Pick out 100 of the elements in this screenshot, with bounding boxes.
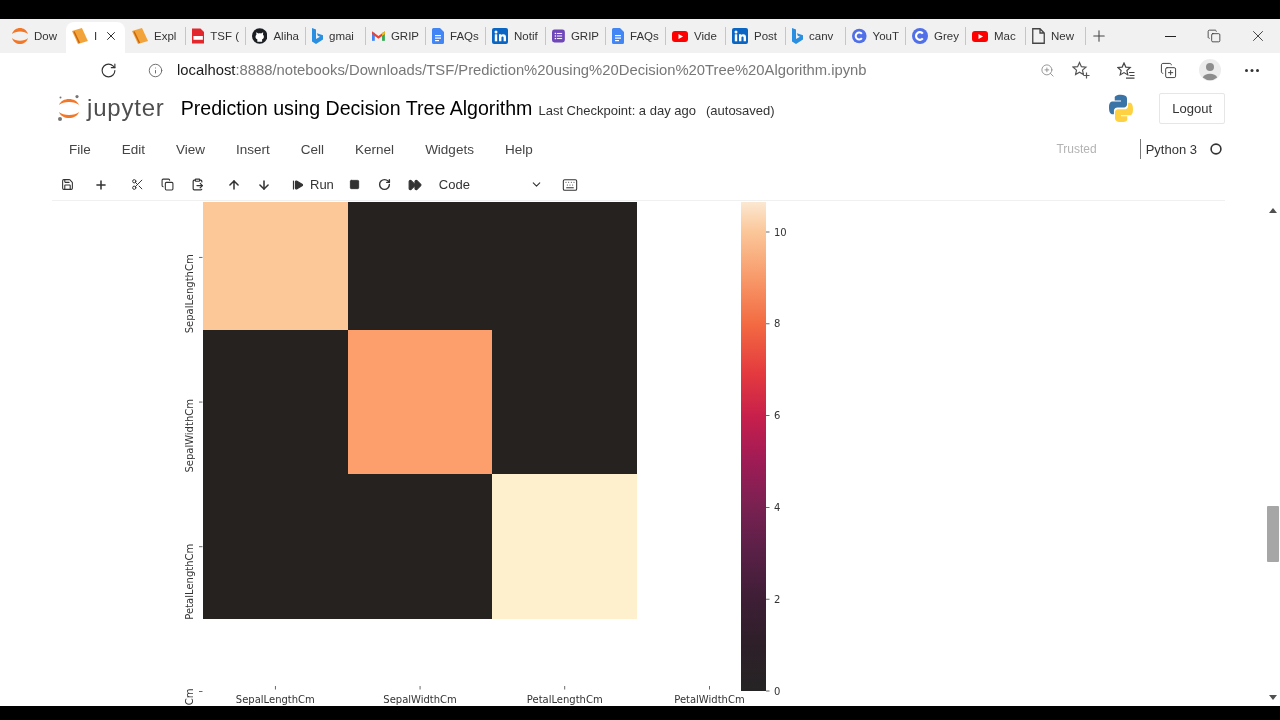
- restart-icon: [378, 178, 392, 191]
- browser-tab[interactable]: GRIP: [546, 22, 605, 53]
- menu-item[interactable]: Kernel: [355, 139, 395, 159]
- browser-tab[interactable]: Aliha: [246, 22, 305, 53]
- arcs-icon: [12, 28, 28, 44]
- book-icon: [132, 28, 148, 44]
- tick-mark: [766, 415, 770, 416]
- info-icon[interactable]: [148, 62, 163, 78]
- m-logo-icon: [372, 30, 385, 42]
- column-label: PetalWidthCm: [674, 694, 745, 705]
- browser-tab[interactable]: gmai: [306, 22, 365, 53]
- copy-icon: [160, 178, 174, 191]
- zoom-in-icon: [1039, 62, 1055, 78]
- tick-mark: [766, 323, 770, 325]
- browser-tab[interactable]: New: [1026, 22, 1085, 53]
- browser-tab[interactable]: YouT: [846, 22, 905, 53]
- row-label: SepalWidthCm: [184, 399, 195, 473]
- browser-tab[interactable]: Expl: [126, 22, 185, 53]
- in-logo-icon: [492, 28, 508, 44]
- browser-tab[interactable]: Post: [726, 22, 785, 53]
- browser-tab[interactable]: FAQs: [426, 22, 485, 53]
- logo-link[interactable]: jupyter: [58, 94, 165, 122]
- file-icon: [192, 28, 205, 44]
- menu-item[interactable]: Edit: [121, 139, 146, 159]
- tick-mark: [199, 691, 203, 692]
- collections-icon: [1159, 61, 1177, 79]
- tick-mark: [199, 256, 203, 258]
- circle-logo-icon: [852, 28, 867, 44]
- star-list-icon: [1117, 61, 1135, 79]
- browser-tab[interactable]: canv: [786, 22, 845, 53]
- document-icon: [432, 28, 444, 44]
- browser-tab[interactable]: Vide: [666, 22, 725, 53]
- row-label: PetalLengthCm: [184, 543, 195, 620]
- menu-item[interactable]: File: [69, 139, 91, 159]
- tick-mark: [564, 686, 566, 690]
- kernel-name[interactable]: Python 3: [1145, 141, 1197, 157]
- colorbar-tick-label: 4: [774, 501, 781, 513]
- browser-tab[interactable]: I: [66, 22, 125, 53]
- colorbar-tick-label: 6: [774, 410, 781, 422]
- book-icon: [72, 28, 88, 44]
- arrow-down-icon: [257, 177, 271, 192]
- star-plus-icon: [1072, 61, 1090, 79]
- tick-mark: [274, 686, 276, 690]
- row-label: Cm: [184, 688, 195, 706]
- browser-tab[interactable]: TSF (: [186, 22, 245, 53]
- arcs-logo-icon: [58, 95, 80, 121]
- play-icon: [972, 30, 988, 42]
- avatar-icon: [1199, 59, 1221, 81]
- plus-icon: [94, 177, 108, 192]
- restore-icon: [1207, 29, 1221, 43]
- scroll-up-icon[interactable]: [1268, 208, 1277, 213]
- list-icon: [552, 28, 565, 44]
- reload-icon: [99, 61, 117, 79]
- row-label: SepalLengthCm: [184, 254, 195, 334]
- colorbar-tick-label: 10: [774, 226, 787, 238]
- plus-icon: [1090, 27, 1108, 45]
- autosave-status: (autosaved): [706, 102, 775, 118]
- in-logo-icon: [732, 28, 748, 44]
- ribbon-logo-icon: [792, 28, 803, 44]
- circle-logo-icon: [912, 28, 928, 44]
- tick-mark: [766, 507, 770, 508]
- stop-icon: [349, 179, 361, 190]
- tick-mark: [766, 598, 770, 600]
- colorbar-tick-label: 0: [774, 685, 781, 697]
- browser-tab[interactable]: Dow: [6, 22, 65, 53]
- colorbar-tick-label: 8: [774, 318, 781, 330]
- ribbon-logo-icon: [312, 28, 323, 44]
- checkpoint-status: Last Checkpoint: a day ago: [538, 102, 696, 118]
- document-icon: [612, 28, 624, 44]
- logout-button[interactable]: Logout: [1159, 92, 1225, 124]
- cat-icon: [252, 28, 268, 44]
- browser-tab[interactable]: Grey: [906, 22, 965, 53]
- browser-tab[interactable]: Notif: [486, 22, 545, 53]
- run-button[interactable]: Run: [284, 171, 340, 198]
- menu-item[interactable]: Help: [504, 139, 533, 159]
- menu-item[interactable]: Insert: [236, 139, 270, 159]
- browser-tab[interactable]: GRIP: [366, 22, 425, 53]
- more-icon: [1245, 68, 1259, 72]
- minimize-icon: [1164, 35, 1176, 37]
- url-text[interactable]: localhost:8888/notebooks/Downloads/TSF/Prediction%20using%20Decision%20Tree%20Algorithm.ipynb: [177, 62, 867, 78]
- menu-item[interactable]: Cell: [300, 139, 325, 159]
- tick-mark: [709, 686, 710, 690]
- browser-tab[interactable]: Mac: [966, 22, 1025, 53]
- menu-item[interactable]: View: [176, 139, 206, 159]
- logo-icon: [1107, 94, 1136, 122]
- column-label: PetalLengthCm: [526, 694, 603, 705]
- browser-tab[interactable]: FAQs: [606, 22, 665, 53]
- tick-mark: [199, 546, 203, 548]
- keyboard-icon: [561, 176, 578, 193]
- menu-item[interactable]: Widgets: [425, 139, 474, 159]
- scissors-icon: [130, 178, 144, 191]
- scroll-down-icon[interactable]: [1268, 695, 1277, 700]
- notebook-title[interactable]: Prediction using Decision Tree Algorithm: [180, 96, 533, 120]
- column-label: SepalLengthCm: [235, 694, 315, 705]
- page-icon: [1032, 28, 1045, 44]
- play-icon: [672, 30, 688, 42]
- colorbar-tick-label: 2: [774, 593, 781, 605]
- scrollbar-thumb[interactable]: [1266, 506, 1279, 562]
- step-forward-icon: [292, 178, 304, 191]
- clipboard-icon: [190, 178, 204, 191]
